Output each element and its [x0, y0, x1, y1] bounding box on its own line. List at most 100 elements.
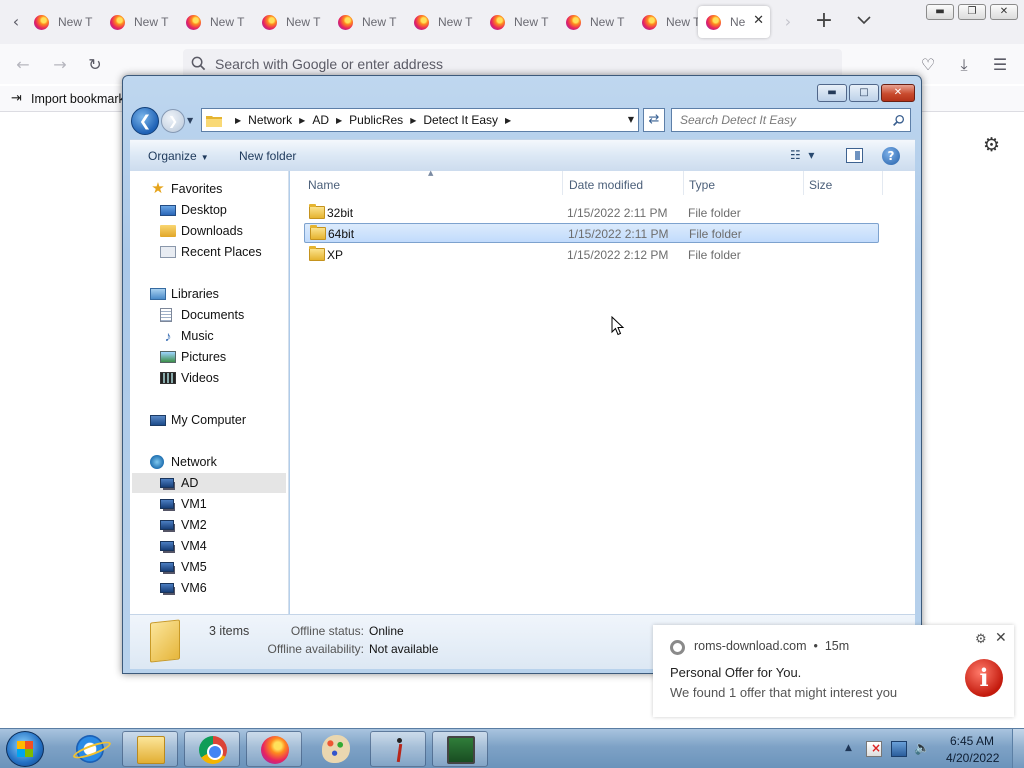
- nav-vm1[interactable]: VM1: [160, 494, 207, 514]
- nav-libraries[interactable]: Libraries: [150, 284, 219, 304]
- file-row[interactable]: XP 1/15/2022 2:12 PM File folder: [304, 245, 879, 265]
- nav-downloads[interactable]: Downloads: [160, 221, 243, 241]
- file-row-selected[interactable]: 64bit 1/15/2022 2:11 PM File folder: [304, 223, 879, 243]
- nav-vm4[interactable]: VM4: [160, 536, 207, 556]
- firefox-tab-icon: [414, 14, 429, 30]
- column-header-size[interactable]: Size: [809, 178, 832, 192]
- taskbar-system-monitor[interactable]: [432, 731, 488, 767]
- browser-tab[interactable]: New T: [178, 6, 250, 38]
- explorer-close-button[interactable]: ✕: [881, 84, 915, 102]
- browser-tab[interactable]: New T: [482, 6, 554, 38]
- column-divider[interactable]: [882, 171, 883, 195]
- column-header-name[interactable]: Name: [308, 178, 340, 192]
- new-tab-plus-icon[interactable]: +: [813, 8, 835, 33]
- explorer-search-input[interactable]: Search Detect It Easy: [680, 113, 796, 127]
- restore-window-button[interactable]: ❐: [958, 4, 986, 20]
- nav-vm5[interactable]: VM5: [160, 557, 207, 577]
- organize-button[interactable]: Organize ▼: [148, 149, 209, 163]
- breadcrumb-detect-it-easy[interactable]: Detect It Easy: [423, 113, 498, 127]
- breadcrumb-separator-icon[interactable]: ▶: [410, 116, 416, 125]
- browser-tab[interactable]: New T: [406, 6, 478, 38]
- recent-pages-dropdown-icon[interactable]: ▼: [187, 116, 193, 125]
- nav-pictures[interactable]: Pictures: [160, 347, 226, 367]
- show-hidden-icons-icon[interactable]: ▲: [845, 743, 852, 753]
- nav-recent-places[interactable]: Recent Places: [160, 242, 262, 262]
- volume-icon[interactable]: 🔈: [914, 741, 930, 757]
- column-header-date-modified[interactable]: Date modified: [569, 178, 643, 192]
- column-divider[interactable]: [683, 171, 684, 195]
- notification-toast[interactable]: roms-download.com • 15m ⚙ ✕ Personal Off…: [653, 625, 1014, 717]
- nav-vm6[interactable]: VM6: [160, 578, 207, 598]
- show-desktop-button[interactable]: [1012, 729, 1024, 768]
- browser-tab[interactable]: New T: [254, 6, 326, 38]
- breadcrumb-network[interactable]: Network: [248, 113, 292, 127]
- back-arrow-icon[interactable]: ❮: [131, 107, 159, 135]
- breadcrumb-separator-icon[interactable]: ▶: [299, 116, 305, 125]
- nav-network[interactable]: Network: [150, 452, 217, 472]
- action-center-flag-icon[interactable]: [866, 741, 882, 757]
- tab-close-icon[interactable]: ✕: [753, 13, 764, 28]
- file-row[interactable]: 32bit 1/15/2022 2:11 PM File folder: [304, 203, 879, 223]
- taskbar-stick-figure-app[interactable]: [370, 731, 426, 767]
- browser-tab[interactable]: New T: [634, 6, 706, 38]
- chevron-down-icon[interactable]: [854, 10, 874, 30]
- change-view-icon[interactable]: ☷ ▾: [790, 148, 830, 164]
- back-arrow-icon[interactable]: ←: [14, 56, 32, 74]
- taskbar-windows-explorer[interactable]: [122, 731, 178, 767]
- firefox-tab-icon: [34, 14, 49, 30]
- gear-icon[interactable]: ⚙: [975, 632, 987, 647]
- breadcrumb-separator-icon[interactable]: ▶: [235, 116, 241, 125]
- browser-tab[interactable]: New T: [102, 6, 174, 38]
- address-dropdown-icon[interactable]: ▼: [628, 115, 634, 124]
- import-icon[interactable]: ⇥: [11, 91, 22, 106]
- explorer-minimize-button[interactable]: ▬: [817, 84, 847, 102]
- nav-desktop[interactable]: Desktop: [160, 200, 227, 220]
- preview-pane-icon[interactable]: [846, 148, 863, 163]
- pocket-icon[interactable]: ♡: [919, 56, 937, 74]
- close-icon[interactable]: ✕: [995, 630, 1007, 646]
- refresh-icon[interactable]: ⇄: [643, 108, 665, 132]
- column-divider[interactable]: [562, 171, 563, 195]
- nav-ad[interactable]: AD: [132, 473, 286, 493]
- gear-icon[interactable]: ⚙: [983, 134, 1000, 156]
- clock-time[interactable]: 6:45 AM: [950, 734, 994, 748]
- new-folder-button[interactable]: New folder: [239, 149, 296, 163]
- nav-my-computer[interactable]: My Computer: [150, 410, 246, 430]
- start-button[interactable]: [6, 731, 44, 767]
- forward-arrow-icon[interactable]: →: [51, 56, 69, 74]
- taskbar-paint[interactable]: [308, 731, 364, 767]
- explorer-maximize-button[interactable]: □: [849, 84, 879, 102]
- column-divider[interactable]: [803, 171, 804, 195]
- clock-date[interactable]: 4/20/2022: [946, 751, 999, 765]
- nav-favorites[interactable]: ★ Favorites: [150, 179, 222, 199]
- nav-videos[interactable]: Videos: [160, 368, 219, 388]
- browser-tab[interactable]: New T: [330, 6, 402, 38]
- address-bar[interactable]: ▶ Network ▶ AD ▶ PublicRes ▶ Detect It E…: [201, 108, 639, 132]
- download-icon[interactable]: ⤓: [955, 56, 973, 74]
- breadcrumb-ad[interactable]: AD: [312, 113, 329, 127]
- nav-documents[interactable]: Documents: [160, 305, 244, 325]
- nav-music[interactable]: ♪ Music: [160, 326, 214, 346]
- folder-icon: [206, 115, 222, 127]
- network-tray-icon[interactable]: [891, 741, 907, 757]
- nav-vm2[interactable]: VM2: [160, 515, 207, 535]
- taskbar-chrome[interactable]: [184, 731, 240, 767]
- breadcrumb-separator-icon[interactable]: ▶: [336, 116, 342, 125]
- browser-tab[interactable]: New T: [26, 6, 98, 38]
- minimize-window-button[interactable]: ▬: [926, 4, 954, 20]
- taskbar-internet-explorer[interactable]: [62, 731, 118, 767]
- column-header-type[interactable]: Type: [689, 178, 715, 192]
- close-window-button[interactable]: ✕: [990, 4, 1018, 20]
- browser-tab[interactable]: New T: [558, 6, 630, 38]
- taskbar-firefox[interactable]: [246, 731, 302, 767]
- reload-icon[interactable]: ↻: [86, 56, 104, 74]
- explorer-search-box[interactable]: Search Detect It Easy: [671, 108, 911, 132]
- help-icon[interactable]: ?: [882, 147, 900, 165]
- breadcrumb-separator-icon[interactable]: ▶: [505, 116, 511, 125]
- breadcrumb-publicres[interactable]: PublicRes: [349, 113, 403, 127]
- tab-scroll-left-icon[interactable]: ‹: [6, 12, 26, 31]
- hamburger-menu-icon[interactable]: ☰: [991, 56, 1009, 74]
- browser-tab-active[interactable]: Ne ✕: [698, 6, 770, 38]
- forward-arrow-icon[interactable]: ❯: [161, 109, 185, 133]
- tab-scroll-right-icon[interactable]: ›: [778, 12, 798, 31]
